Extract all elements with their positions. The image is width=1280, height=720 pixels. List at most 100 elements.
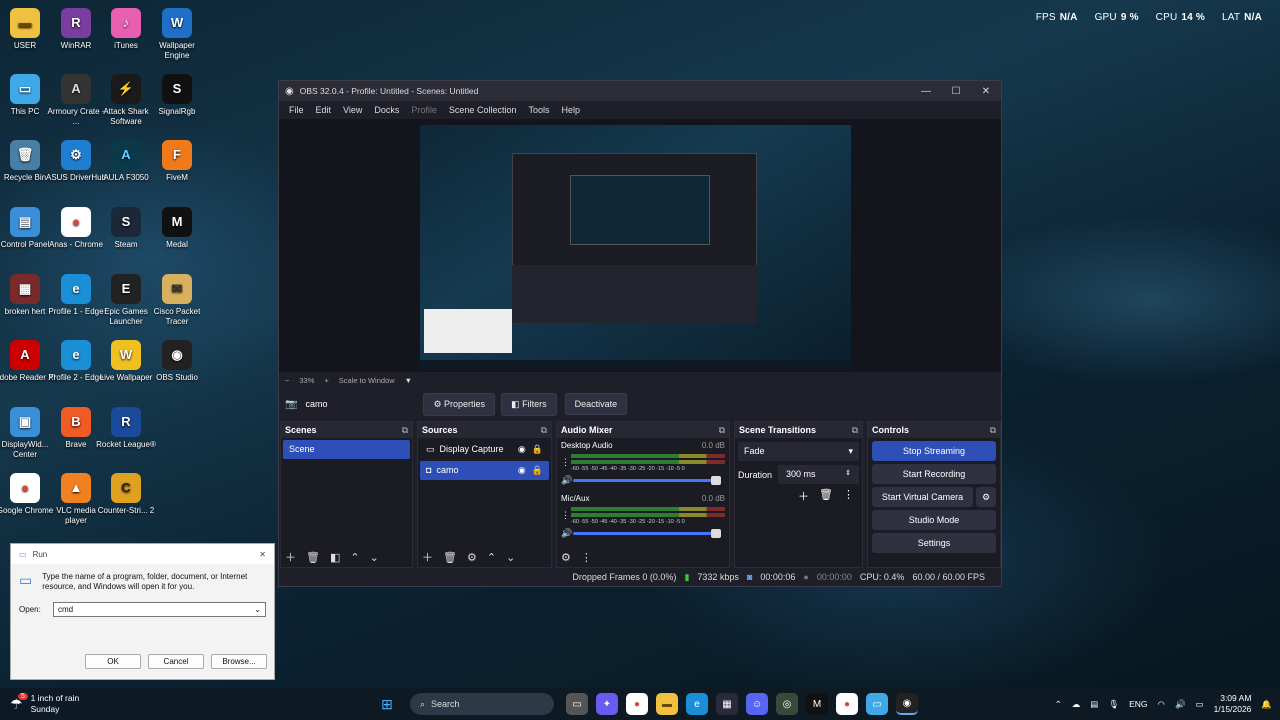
gear-icon[interactable]: ⚙ bbox=[976, 487, 996, 507]
microphone-icon[interactable]: 🎙 bbox=[1108, 699, 1119, 710]
desktop-icon-fivem[interactable]: F FiveM bbox=[146, 140, 208, 183]
menu-help[interactable]: Help bbox=[555, 105, 586, 115]
clock[interactable]: 3:09 AM 1/15/2026 bbox=[1214, 693, 1252, 715]
duration-field[interactable]: 300 ms ⇕ bbox=[778, 465, 859, 484]
settings-button[interactable]: Settings bbox=[872, 533, 996, 553]
chrome-icon[interactable]: ● bbox=[836, 693, 858, 715]
discord-icon[interactable]: ☺ bbox=[746, 693, 768, 715]
scene-item[interactable]: Scene bbox=[283, 440, 410, 459]
source-item-display-capture[interactable]: ▭ Display Capture ◉ 🔒 bbox=[420, 440, 549, 459]
popout-icon[interactable]: ⧉ bbox=[541, 425, 547, 436]
notification-icon[interactable]: 🔔 bbox=[1261, 699, 1272, 710]
deactivate-button[interactable]: Deactivate bbox=[564, 393, 628, 415]
store-icon[interactable]: ▦ bbox=[716, 693, 738, 715]
copilot-icon[interactable]: ✦ bbox=[596, 693, 618, 715]
menu-tools[interactable]: Tools bbox=[522, 105, 555, 115]
mixer-menu-icon[interactable]: ⋮ bbox=[581, 551, 592, 564]
add-transition-button[interactable]: ＋ bbox=[798, 488, 809, 504]
chevron-up-icon[interactable]: ⌃ bbox=[1055, 699, 1062, 710]
menu-file[interactable]: File bbox=[283, 105, 310, 115]
desktop-icon-wallpaper-engine[interactable]: W Wallpaper Engine bbox=[146, 8, 208, 61]
task-view-icon[interactable]: ▭ bbox=[566, 693, 588, 715]
desktop-icon-obs-studio[interactable]: ◉ OBS Studio bbox=[146, 340, 208, 383]
medal-icon[interactable]: M bbox=[806, 693, 828, 715]
maximize-button[interactable]: ☐ bbox=[941, 86, 971, 97]
start-virtual-camera-button[interactable]: Start Virtual Camera bbox=[872, 487, 973, 507]
move-up-button[interactable]: ⌃ bbox=[350, 551, 359, 564]
remove-scene-button[interactable]: 🗑 bbox=[306, 551, 320, 564]
scale-dropdown-icon[interactable]: ▼ bbox=[405, 376, 412, 385]
wifi-icon[interactable]: ◠ bbox=[1158, 699, 1165, 710]
language-indicator[interactable]: ENG bbox=[1129, 699, 1147, 709]
desktop-icon-medal[interactable]: M Medal bbox=[146, 207, 208, 250]
volume-slider[interactable] bbox=[573, 529, 721, 538]
preview-area[interactable] bbox=[279, 119, 1001, 372]
advanced-audio-icon[interactable]: ⚙ bbox=[561, 551, 571, 564]
desktop-icon-cisco-packet-tracer[interactable]: ✉ Cisco Packet Tracer bbox=[146, 274, 208, 327]
obs-titlebar[interactable]: ◉ OBS 32.0.4 - Profile: Untitled - Scene… bbox=[279, 81, 1001, 101]
menu-scene-collection[interactable]: Scene Collection bbox=[443, 105, 523, 115]
stop-streaming-button[interactable]: Stop Streaming bbox=[872, 441, 996, 461]
chevron-down-icon[interactable]: ⌄ bbox=[254, 605, 261, 614]
open-field[interactable]: cmd ⌄ bbox=[53, 602, 266, 617]
filters-button[interactable]: ◧ Filters bbox=[501, 392, 557, 416]
transition-menu-icon[interactable]: ⋮ bbox=[843, 488, 854, 504]
add-source-button[interactable]: ＋ bbox=[422, 549, 433, 565]
cloud-icon[interactable]: ☁ bbox=[1072, 699, 1081, 710]
desktop-icon-rocket-league[interactable]: R Rocket League® bbox=[95, 407, 157, 450]
popout-icon[interactable]: ⧉ bbox=[402, 425, 408, 436]
desktop-icon-counter-stri-2[interactable]: C Counter-Stri... 2 bbox=[95, 473, 157, 516]
menu-view[interactable]: View bbox=[337, 105, 368, 115]
speaker-icon[interactable]: 🔊 bbox=[561, 475, 573, 486]
cancel-button[interactable]: Cancel bbox=[148, 654, 204, 669]
lock-icon[interactable]: 🔒 bbox=[532, 444, 543, 455]
transition-select[interactable]: Fade ▾ bbox=[738, 442, 859, 461]
source-item-camo[interactable]: ◘ camo ◉ 🔒 bbox=[420, 461, 549, 480]
source-properties-button[interactable]: ⚙ bbox=[467, 551, 477, 564]
lock-icon[interactable]: 🔒 bbox=[532, 465, 543, 476]
edge-icon[interactable]: e bbox=[686, 693, 708, 715]
popout-icon[interactable]: ⧉ bbox=[852, 425, 858, 436]
browse-button[interactable]: Browse... bbox=[211, 654, 267, 669]
speaker-icon[interactable]: 🔊 bbox=[561, 528, 573, 539]
popout-icon[interactable]: ⧉ bbox=[990, 425, 996, 436]
popout-icon[interactable]: ⧉ bbox=[719, 425, 725, 436]
zoom-out-button[interactable]: − bbox=[285, 376, 289, 385]
menu-profile[interactable]: Profile bbox=[405, 105, 443, 115]
desktop-icon-signalrgb[interactable]: S SignalRgb bbox=[146, 74, 208, 117]
start-button[interactable]: ⊞ bbox=[376, 693, 398, 715]
volume-icon[interactable]: 🔊 bbox=[1175, 699, 1186, 710]
close-icon[interactable]: ✕ bbox=[259, 550, 266, 559]
volume-slider[interactable] bbox=[573, 476, 721, 485]
more-options-icon[interactable]: ⋮ bbox=[561, 510, 571, 521]
zoom-in-button[interactable]: + bbox=[324, 376, 328, 385]
menu-edit[interactable]: Edit bbox=[310, 105, 338, 115]
search-box[interactable]: ⌕ Search bbox=[410, 693, 554, 715]
start-recording-button[interactable]: Start Recording bbox=[872, 464, 996, 484]
properties-button[interactable]: ⚙ Properties bbox=[423, 392, 496, 416]
move-down-button[interactable]: ⌄ bbox=[370, 551, 379, 564]
move-up-button[interactable]: ⌃ bbox=[487, 551, 496, 564]
remove-source-button[interactable]: 🗑 bbox=[443, 551, 457, 564]
move-down-button[interactable]: ⌄ bbox=[506, 551, 515, 564]
close-button[interactable]: ✕ bbox=[971, 86, 1001, 97]
obs-icon[interactable]: ◉ bbox=[896, 693, 918, 715]
battery-icon[interactable]: ▭ bbox=[1196, 699, 1204, 710]
chrome-icon[interactable]: ● bbox=[626, 693, 648, 715]
scale-mode[interactable]: Scale to Window bbox=[339, 376, 395, 385]
remove-transition-button[interactable]: 🗑 bbox=[819, 488, 833, 504]
ok-button[interactable]: OK bbox=[85, 654, 141, 669]
stepper-icon[interactable]: ⇕ bbox=[845, 469, 851, 480]
network-icon[interactable]: ▤ bbox=[1090, 699, 1098, 710]
eye-icon[interactable]: ◉ bbox=[518, 465, 526, 476]
file-explorer-icon[interactable]: ▬ bbox=[656, 693, 678, 715]
studio-mode-button[interactable]: Studio Mode bbox=[872, 510, 996, 530]
app-icon[interactable]: ◎ bbox=[776, 693, 798, 715]
scene-filters-button[interactable]: ◧ bbox=[330, 551, 340, 564]
more-options-icon[interactable]: ⋮ bbox=[561, 457, 571, 468]
minimize-button[interactable]: — bbox=[911, 86, 941, 97]
app-icon[interactable]: ▭ bbox=[866, 693, 888, 715]
run-titlebar[interactable]: ▭ Run ✕ bbox=[11, 544, 274, 564]
eye-icon[interactable]: ◉ bbox=[518, 444, 526, 455]
weather-widget[interactable]: ☂ 5 1 inch of rain Sunday bbox=[0, 692, 372, 715]
